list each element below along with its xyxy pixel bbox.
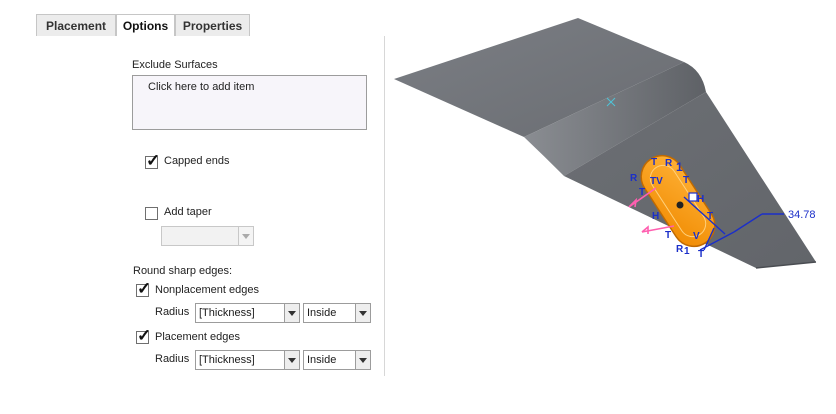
model-viewport[interactable]: 34.78 T R 1 R TV T T H T H T V R 1 T — [384, 0, 836, 340]
svg-text:1: 1 — [684, 246, 690, 257]
check-icon: ✓ — [137, 326, 152, 345]
round-sharp-edges-label: Round sharp edges: — [133, 265, 233, 277]
svg-text:R: R — [676, 244, 684, 255]
placement-edges-checkbox[interactable]: ✓ — [136, 326, 151, 345]
taper-angle-dropdown-button — [238, 226, 254, 246]
center-handle[interactable] — [676, 201, 684, 209]
exclude-surfaces-placeholder: Click here to add item — [148, 81, 255, 93]
nonplacement-side-dropdown-button[interactable] — [355, 303, 371, 323]
svg-text:TV: TV — [650, 176, 663, 187]
svg-text:R: R — [630, 173, 638, 184]
nonplacement-radius-dropdown-button[interactable] — [284, 303, 300, 323]
check-icon: ✓ — [137, 279, 152, 298]
chevron-down-icon — [359, 358, 367, 363]
placement-radius-label: Radius — [155, 353, 190, 365]
svg-text:T: T — [639, 187, 645, 198]
placement-radius-dropdown-button[interactable] — [284, 350, 300, 370]
dimension-value[interactable]: 34.78 — [788, 209, 816, 221]
svg-text:V: V — [693, 231, 700, 242]
capped-ends-label: Capped ends — [164, 155, 230, 167]
nonplacement-radius-label: Radius — [155, 306, 190, 318]
placement-side-panel — [36, 36, 117, 376]
svg-text:R: R — [665, 158, 673, 169]
placement-side-dropdown-button[interactable] — [355, 350, 371, 370]
tab-placement[interactable]: Placement — [36, 14, 116, 36]
nonplacement-edges-label: Nonplacement edges — [155, 284, 259, 296]
svg-text:T: T — [707, 211, 713, 222]
svg-text:H: H — [697, 194, 704, 205]
check-icon: ✓ — [146, 151, 161, 170]
svg-text:T: T — [665, 230, 671, 241]
exclude-surfaces-collector[interactable]: Click here to add item — [132, 75, 367, 130]
chevron-down-icon — [242, 234, 250, 239]
chevron-down-icon — [359, 311, 367, 316]
chevron-down-icon — [288, 311, 296, 316]
svg-text:T: T — [683, 175, 689, 186]
nonplacement-side-dropdown[interactable]: Inside — [303, 303, 356, 323]
add-taper-checkbox[interactable] — [145, 207, 158, 220]
placement-side-dropdown[interactable]: Inside — [303, 350, 356, 370]
svg-text:T: T — [698, 249, 704, 260]
add-taper-label: Add taper — [164, 206, 212, 218]
taper-angle-dropdown — [161, 226, 239, 246]
placement-radius-dropdown[interactable]: [Thickness] — [195, 350, 285, 370]
drag-handle-square[interactable] — [688, 192, 698, 202]
tab-properties[interactable]: Properties — [175, 14, 250, 36]
capped-ends-checkbox[interactable]: ✓ — [145, 151, 160, 170]
svg-text:1: 1 — [676, 160, 683, 174]
nonplacement-edges-checkbox[interactable]: ✓ — [136, 279, 151, 298]
nonplacement-radius-dropdown[interactable]: [Thickness] — [195, 303, 285, 323]
placement-edges-label: Placement edges — [155, 331, 240, 343]
svg-text:H: H — [652, 211, 659, 222]
exclude-surfaces-label: Exclude Surfaces — [132, 59, 218, 71]
chevron-down-icon — [288, 358, 296, 363]
svg-text:T: T — [651, 157, 657, 168]
tab-options[interactable]: Options — [116, 14, 175, 38]
